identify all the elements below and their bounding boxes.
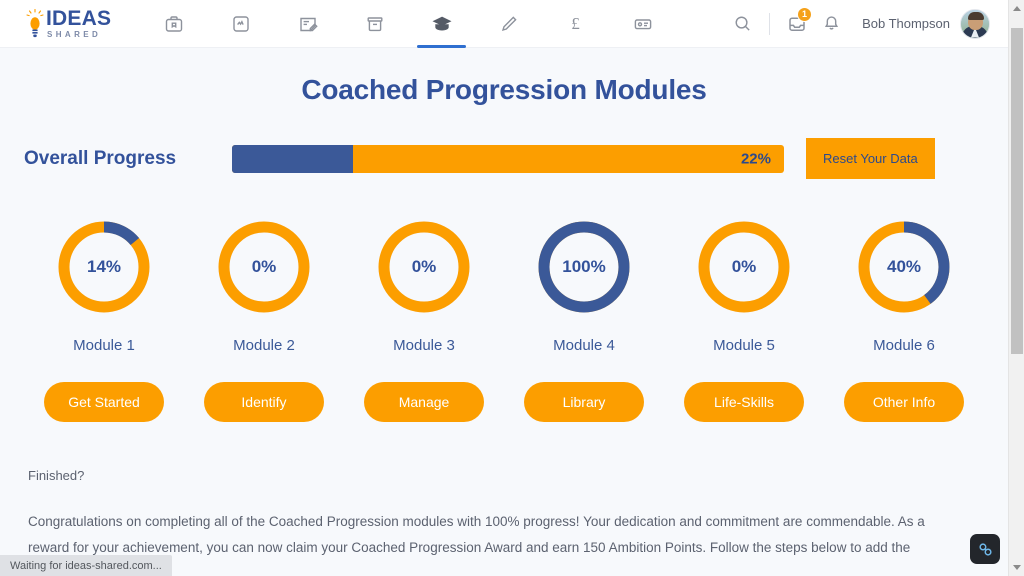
site-logo[interactable]: IDEAS SHARED [0, 8, 140, 39]
module-action-button[interactable]: Get Started [44, 382, 164, 422]
nav-item-write[interactable] [475, 0, 542, 48]
user-name-label: Bob Thompson [862, 16, 950, 31]
module-card: 0% Module 3 Manage [348, 219, 500, 422]
nav-item-activity[interactable] [207, 0, 274, 48]
logo-primary-text: IDEAS [46, 7, 112, 30]
reset-data-button[interactable]: Reset Your Data [806, 138, 935, 179]
id-card-icon [634, 18, 651, 29]
module-progress-donut: 40% [856, 219, 952, 315]
browser-status-bar: Waiting for ideas-shared.com... [0, 555, 172, 576]
search-button[interactable] [725, 4, 759, 44]
module-progress-donut: 14% [56, 219, 152, 315]
module-progress-percent: 100% [562, 257, 606, 276]
module-card: 0% Module 5 Life-Skills [668, 219, 820, 422]
nav-divider [769, 12, 771, 35]
pound-sterling-icon: £ [571, 13, 580, 33]
top-navigation-bar: IDEAS SHARED £ 1 Bob Thompson [0, 0, 1008, 48]
page-content: Coached Progression Modules Overall Prog… [0, 48, 1008, 576]
browser-viewport: IDEAS SHARED £ 1 Bob Thompson Coached Pr… [0, 0, 1024, 576]
archive-box-icon [367, 16, 383, 31]
module-card: 14% Module 1 Get Started [28, 219, 180, 422]
module-progress-donut: 100% [536, 219, 632, 315]
overall-progress-fill [232, 144, 354, 173]
module-name-label: Module 3 [393, 337, 455, 354]
module-action-button[interactable]: Library [524, 382, 644, 422]
module-name-label: Module 2 [233, 337, 295, 354]
module-card: 40% Module 6 Other Info [828, 219, 980, 422]
overall-progress-percent: 22% [740, 150, 771, 167]
bell-icon [824, 16, 838, 30]
nav-icon-group: £ [140, 0, 676, 48]
inbox-badge: 1 [797, 6, 813, 22]
inbox-button[interactable]: 1 [780, 4, 814, 44]
nav-item-learning[interactable] [408, 0, 475, 48]
search-icon [735, 16, 750, 31]
vertical-scrollbar[interactable] [1008, 0, 1024, 576]
overall-progress-row: Overall Progress 22% Reset Your Data [0, 138, 1008, 179]
module-action-button[interactable]: Identify [204, 382, 324, 422]
lightbulb-icon [26, 8, 44, 39]
module-progress-percent: 0% [731, 257, 757, 276]
overall-progress-label: Overall Progress [24, 147, 177, 169]
module-progress-percent: 14% [86, 257, 122, 276]
module-card: 100% Module 4 Library [508, 219, 660, 422]
scrollbar-thumb[interactable] [1011, 28, 1023, 354]
module-progress-percent: 40% [886, 257, 922, 276]
finished-heading: Finished? [28, 468, 85, 483]
module-progress-donut: 0% [696, 219, 792, 315]
nav-item-finance[interactable]: £ [542, 0, 609, 48]
logo-secondary-text: SHARED [47, 30, 102, 39]
module-progress-percent: 0% [251, 257, 277, 276]
nav-right-group: 1 Bob Thompson [725, 4, 1008, 44]
nav-item-notes[interactable] [274, 0, 341, 48]
avatar-hair [967, 12, 984, 20]
nav-item-archive[interactable] [341, 0, 408, 48]
avatar[interactable] [960, 8, 990, 39]
edit-note-icon [299, 17, 318, 31]
module-action-button[interactable]: Life-Skills [684, 382, 804, 422]
module-card: 0% Module 2 Identify [188, 219, 340, 422]
module-action-button[interactable]: Other Info [844, 382, 964, 422]
page-title: Coached Progression Modules [301, 74, 707, 105]
scroll-down-arrow-icon[interactable] [1009, 559, 1024, 576]
shopping-bag-icon [165, 15, 182, 32]
overall-progress-bar: 22% [232, 144, 784, 173]
graduation-cap-icon [432, 16, 451, 31]
scroll-up-arrow-icon[interactable] [1009, 0, 1024, 17]
module-name-label: Module 6 [873, 337, 935, 354]
modules-grid: 14% Module 1 Get Started 0% Module 2 Identify… [0, 219, 1008, 422]
floating-action-button[interactable] [970, 534, 1000, 564]
module-progress-donut: 0% [376, 219, 472, 315]
notifications-button[interactable] [814, 4, 848, 44]
module-progress-percent: 0% [411, 257, 437, 276]
nav-item-profile[interactable] [609, 0, 676, 48]
module-name-label: Module 5 [713, 337, 775, 354]
module-action-button[interactable]: Manage [364, 382, 484, 422]
lightbulb-rays-icon [26, 8, 44, 16]
link-chain-icon [978, 542, 992, 556]
module-name-label: Module 4 [553, 337, 615, 354]
module-name-label: Module 1 [73, 337, 135, 354]
nav-item-marketplace[interactable] [140, 0, 207, 48]
module-progress-donut: 0% [216, 219, 312, 315]
pencil-icon [501, 15, 517, 31]
activity-box-icon [232, 15, 249, 32]
